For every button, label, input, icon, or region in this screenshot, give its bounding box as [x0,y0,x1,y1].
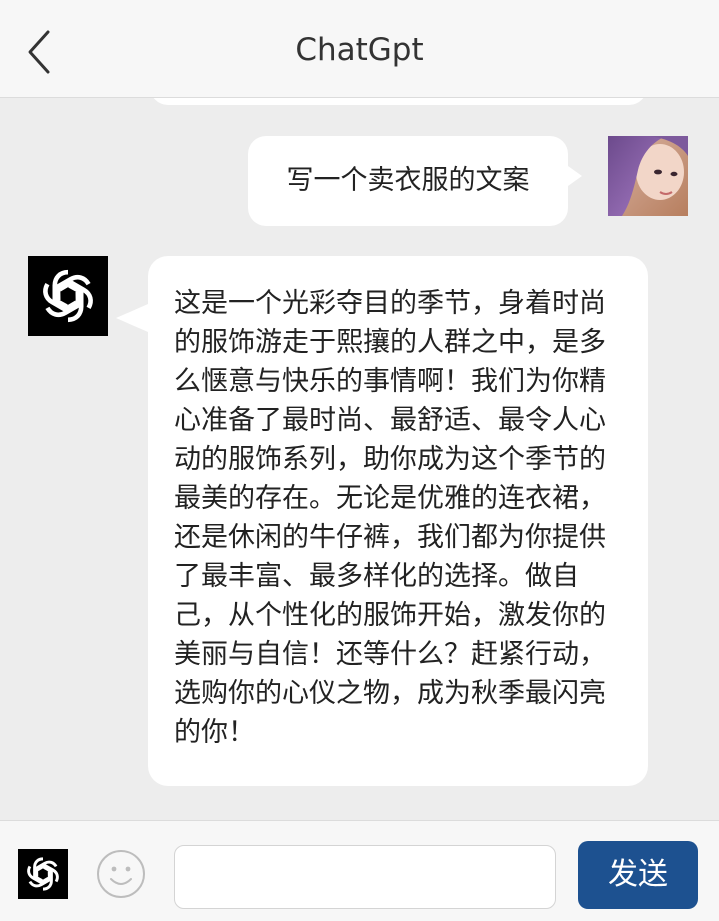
openai-logo-icon [24,857,62,891]
user-message-text: 写一个卖衣服的文案 [286,165,530,196]
send-button[interactable]: 发送 [578,841,698,909]
top-bar: ChatGpt [0,0,719,98]
assistant-message-bubble: 这是一个光彩夺目的季节，身着时尚的服饰游走于熙攘的人群之中，是多么惬意与快乐的事… [116,256,648,786]
page-title: ChatGpt [295,32,424,68]
user-avatar-photo [608,136,688,216]
previous-message-bubble [150,98,647,105]
message-input[interactable] [174,845,556,909]
smiley-icon [97,850,145,898]
chat-area[interactable]: 写一个卖衣服的文案 这是一个光彩夺目的季节，身着时尚的服饰游走于熙攘的人群之中，… [0,98,719,820]
input-bar: 发送 [0,820,719,921]
assistant-message-text: 这是一个光彩夺目的季节，身着时尚的服饰游走于熙攘的人群之中，是多么惬意与快乐的事… [174,288,606,748]
user-message-bubble: 写一个卖衣服的文案 [248,136,582,226]
model-logo-button[interactable] [18,849,68,899]
assistant-avatar [28,256,108,336]
user-avatar[interactable] [608,136,688,216]
emoji-button[interactable] [96,849,146,899]
openai-logo-icon [35,269,101,329]
